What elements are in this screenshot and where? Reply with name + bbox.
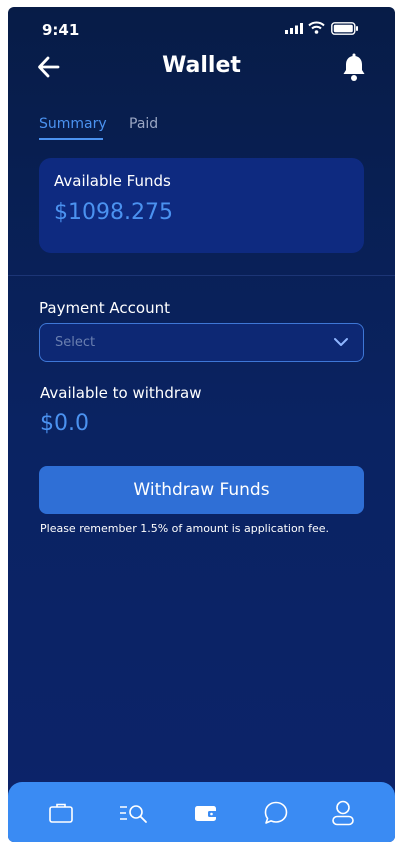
bell-icon[interactable] [341, 53, 367, 83]
wallet-icon [195, 806, 217, 821]
battery-icon [331, 22, 358, 35]
profile-icon [332, 800, 354, 826]
section-divider [8, 275, 395, 276]
status-bar: 9:41 [8, 7, 395, 47]
available-funds-card: Available Funds $1098.275 [39, 158, 364, 253]
tab-paid[interactable]: Paid [129, 116, 158, 132]
available-to-withdraw-amount: $0.0 [40, 411, 89, 436]
nav-item-jobs[interactable] [46, 798, 76, 828]
page-title: Wallet [162, 53, 241, 78]
withdraw-funds-button[interactable]: Withdraw Funds [39, 466, 364, 514]
available-funds-amount: $1098.275 [54, 200, 173, 225]
status-time: 9:41 [42, 21, 80, 39]
payment-account-select[interactable]: Select [39, 323, 364, 362]
tab-summary[interactable]: Summary [39, 116, 107, 140]
fee-note: Please remember 1.5% of amount is applic… [40, 522, 330, 535]
nav-item-profile[interactable] [328, 798, 358, 828]
tab-summary-label: Summary [39, 116, 107, 132]
tab-paid-label: Paid [129, 116, 159, 132]
chevron-down-icon [334, 338, 348, 346]
signal-icon [285, 23, 303, 34]
chat-icon [264, 801, 288, 824]
briefcase-icon [49, 803, 73, 823]
active-tab-indicator [39, 138, 103, 140]
available-funds-label: Available Funds [54, 172, 171, 190]
wifi-icon [308, 21, 325, 34]
nav-item-search[interactable] [118, 798, 148, 828]
bottom-nav [8, 782, 395, 842]
search-list-icon [120, 805, 147, 823]
nav-item-wallet[interactable] [191, 798, 221, 828]
wallet-screen: 9:41 Wallet Summary Paid Available Funds… [8, 7, 395, 842]
nav-item-messages[interactable] [261, 798, 291, 828]
payment-account-label: Payment Account [39, 299, 171, 317]
app-header: Wallet [8, 47, 395, 87]
available-to-withdraw-label: Available to withdraw [40, 384, 202, 402]
payment-account-placeholder: Select [55, 335, 96, 350]
